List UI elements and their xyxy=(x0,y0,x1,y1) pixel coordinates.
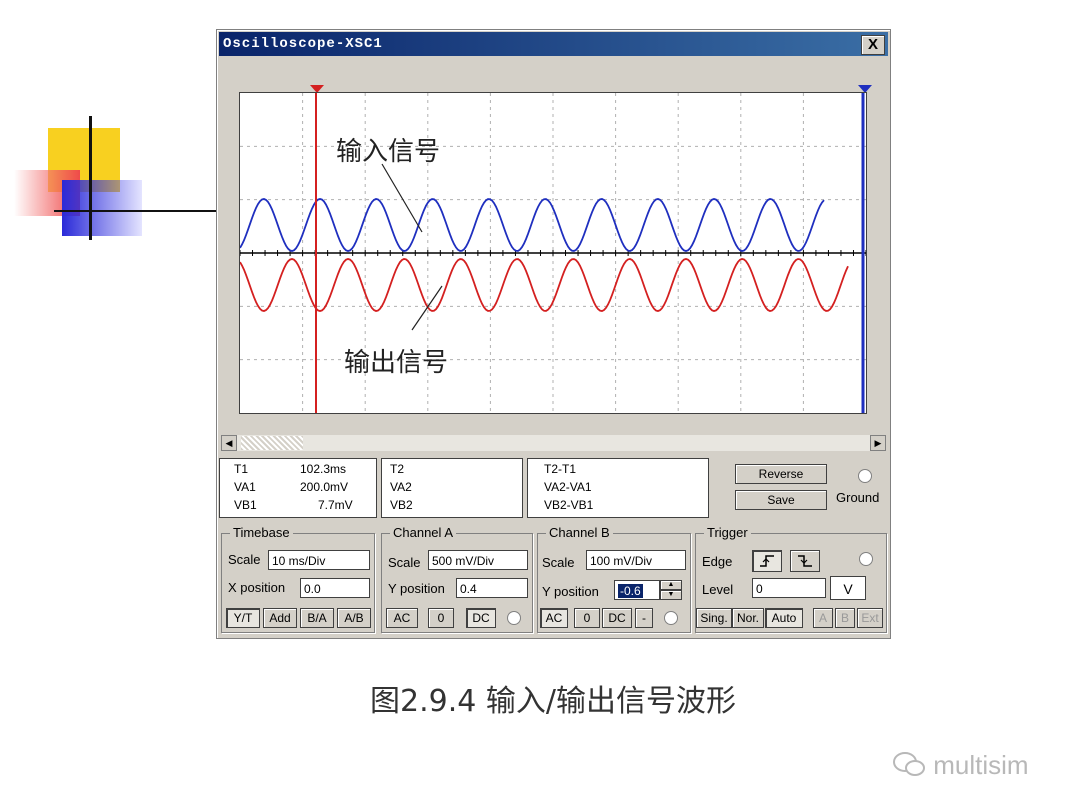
watermark-text: multisim xyxy=(933,750,1029,780)
falling-edge-icon xyxy=(798,555,812,567)
output-leader-line xyxy=(411,285,443,331)
deco-blue-square xyxy=(62,180,142,236)
channel-b-invert-button[interactable]: - xyxy=(635,608,653,628)
watermark: multisim xyxy=(892,750,1029,781)
trigger-source-b-button[interactable]: B xyxy=(835,608,855,628)
cursor-delta-readout: T2-T1 VA2-VA1 VB2-VB1 xyxy=(527,458,709,518)
trigger-level-label: Level xyxy=(702,582,734,597)
cursor1-readout: T1 VA1 VB1 102.3ms 200.0mV 7.7mV xyxy=(219,458,377,518)
reverse-button[interactable]: Reverse xyxy=(735,464,827,484)
t1-label: T1 xyxy=(234,462,249,476)
annotation-leader-lines xyxy=(381,163,443,331)
input-leader-line xyxy=(381,163,423,233)
channel-a-ypos-label: Y position xyxy=(388,581,445,596)
channel-b-waveform xyxy=(239,258,849,312)
channel-b-terminal-icon[interactable] xyxy=(664,611,678,625)
rising-edge-icon xyxy=(760,555,774,567)
va21-label: VA2-VA1 xyxy=(544,480,592,494)
channel-b-ypos-value: -0.6 xyxy=(618,584,643,598)
trigger-group: Trigger Edge Level 0 V Sing. Nor. Auto A… xyxy=(695,525,887,633)
timebase-scale-label: Scale xyxy=(228,552,261,567)
channel-b-ypos-field[interactable]: -0.6 xyxy=(614,580,660,600)
falling-edge-button[interactable] xyxy=(790,550,820,572)
channel-b-ypos-spinner[interactable]: ▲ ▼ xyxy=(660,580,682,600)
trigger-single-button[interactable]: Sing. xyxy=(696,608,732,628)
rising-edge-button[interactable] xyxy=(752,550,782,572)
channel-b-scale-label: Scale xyxy=(542,555,575,570)
channel-a-scale-label: Scale xyxy=(388,555,421,570)
va1-value: 200.0mV xyxy=(300,480,349,494)
deco-vertical-line xyxy=(89,116,92,240)
channel-b-zero-button[interactable]: 0 xyxy=(574,608,600,628)
add-mode-button[interactable]: Add xyxy=(263,608,297,628)
timebase-group: Timebase Scale 10 ms/Div X position 0.0 … xyxy=(221,525,375,633)
va2-label: VA2 xyxy=(390,480,412,494)
channel-b-dc-button[interactable]: DC xyxy=(602,608,632,628)
channel-a-ac-button[interactable]: AC xyxy=(386,608,418,628)
ba-mode-button[interactable]: B/A xyxy=(300,608,334,628)
waveform-plot xyxy=(239,93,867,413)
vb2-label: VB2 xyxy=(390,498,413,512)
t1-value: 102.3ms xyxy=(300,462,347,476)
figure-caption: 图2.9.4 输入/输出信号波形 xyxy=(370,684,736,719)
t21-label: T2-T1 xyxy=(544,462,577,476)
x-position-label: X position xyxy=(228,580,286,595)
save-button[interactable]: Save xyxy=(735,490,827,510)
ab-mode-button[interactable]: A/B xyxy=(337,608,371,628)
channel-b-scale-field[interactable]: 100 mV/Div xyxy=(586,550,686,570)
trigger-source-ext-button[interactable]: Ext xyxy=(857,608,883,628)
vb21-label: VB2-VB1 xyxy=(544,498,594,512)
channel-a-title: Channel A xyxy=(390,525,456,540)
channel-a-zero-button[interactable]: 0 xyxy=(428,608,454,628)
channel-a-scale-field[interactable]: 500 mV/Div xyxy=(428,550,528,570)
scroll-left-button[interactable]: ◀ xyxy=(221,435,237,451)
title-bar: Oscilloscope-XSC1 X xyxy=(219,32,888,56)
spin-down-icon[interactable]: ▼ xyxy=(660,590,682,600)
scroll-thumb[interactable] xyxy=(241,436,303,450)
t2-label: T2 xyxy=(390,462,405,476)
channel-a-waveform xyxy=(239,198,825,252)
oscilloscope-window: Oscilloscope-XSC1 X ◀ ▶ T1 VA1 VB1 102.3… xyxy=(216,29,891,639)
horizontal-scrollbar[interactable]: ◀ ▶ xyxy=(221,435,886,451)
channel-a-dc-button[interactable]: DC xyxy=(466,608,496,628)
timebase-scale-field[interactable]: 10 ms/Div xyxy=(268,550,370,570)
vb1-value: 7.7mV xyxy=(318,498,353,512)
window-title: Oscilloscope-XSC1 xyxy=(223,36,383,52)
trigger-level-field[interactable]: 0 xyxy=(752,578,826,598)
channel-a-ypos-field[interactable]: 0.4 xyxy=(456,578,528,598)
deco-horizontal-line xyxy=(54,210,216,212)
cursor2-readout: T2 VA2 VB2 xyxy=(381,458,523,518)
channel-b-ypos-label: Y position xyxy=(542,584,599,599)
trigger-title: Trigger xyxy=(704,525,751,540)
channel-b-group: Channel B Scale 100 mV/Div Y position -0… xyxy=(537,525,691,633)
vb1-label: VB1 xyxy=(234,498,257,512)
ground-terminal-icon[interactable] xyxy=(858,469,872,483)
trigger-level-unit[interactable]: V xyxy=(830,576,866,600)
trigger-edge-label: Edge xyxy=(702,554,733,569)
x-position-field[interactable]: 0.0 xyxy=(300,578,370,598)
va1-label: VA1 xyxy=(234,480,256,494)
close-button[interactable]: X xyxy=(861,35,885,55)
trigger-source-a-button[interactable]: A xyxy=(813,608,833,628)
channel-b-title: Channel B xyxy=(546,525,613,540)
channel-b-ac-button[interactable]: AC xyxy=(540,608,568,628)
channel-a-terminal-icon[interactable] xyxy=(507,611,521,625)
trigger-normal-button[interactable]: Nor. xyxy=(732,608,764,628)
scroll-right-button[interactable]: ▶ xyxy=(870,435,886,451)
yt-mode-button[interactable]: Y/T xyxy=(226,608,260,628)
trigger-auto-button[interactable]: Auto xyxy=(765,608,803,628)
ground-label: Ground xyxy=(836,490,880,505)
timebase-title: Timebase xyxy=(230,525,293,540)
wechat-icon xyxy=(893,752,925,776)
spin-up-icon[interactable]: ▲ xyxy=(660,580,682,590)
trigger-ext-terminal-icon[interactable] xyxy=(859,552,873,566)
channel-a-group: Channel A Scale 500 mV/Div Y position 0.… xyxy=(381,525,533,633)
scope-display xyxy=(239,92,867,414)
